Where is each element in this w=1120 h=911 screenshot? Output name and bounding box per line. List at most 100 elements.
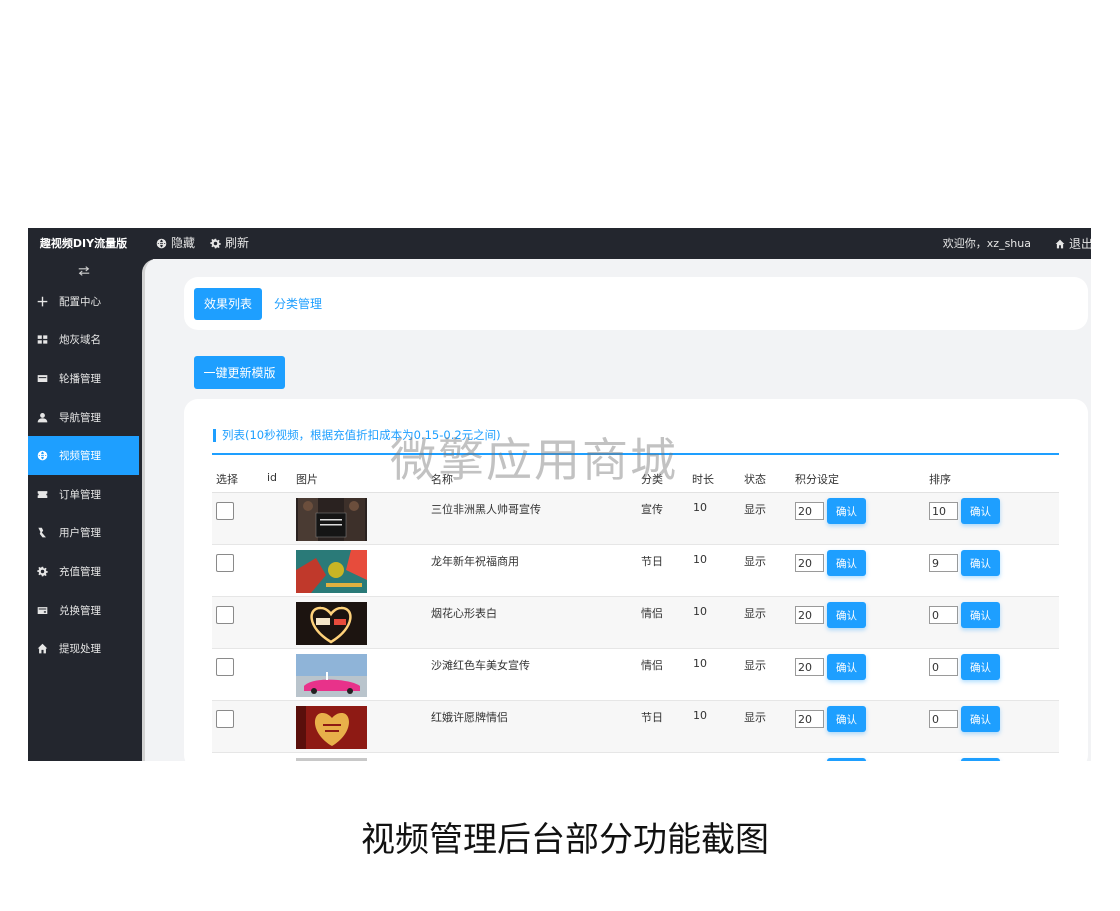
row-category: 节日 [641,555,663,568]
order-confirm-button[interactable]: 确认 [961,706,1000,732]
swap-arrows-icon [78,265,89,276]
main-content: 效果列表 分类管理 一键更新模版 列表(10秒视频，根据充值折扣成本为0.15-… [139,259,1091,761]
row-status: 显示 [744,607,766,620]
gear-icon [210,238,221,249]
home-icon [37,643,48,654]
hide-button[interactable]: 隐藏 [156,228,195,259]
video-thumbnail [296,498,367,541]
home-icon [1055,239,1065,248]
points-input[interactable] [795,606,824,624]
tab-category-manage[interactable]: 分类管理 [274,288,322,320]
row-status: 显示 [744,503,766,516]
top-bar: 趣视频DIY流量版 隐藏 刷新 欢迎你，xz_shua 退出 [28,228,1091,259]
table-row: 龙年新年祝福商用 节日 10 显示 确认 确认 [212,545,1059,597]
sidebar-item-label: 视频管理 [59,450,101,463]
table-row: 烟花心形表白 情侣 10 显示 确认 确认 [212,597,1059,649]
refresh-button[interactable]: 刷新 [210,228,249,259]
sidebar-item-label: 充值管理 [59,565,101,578]
row-duration: 10 [693,501,707,514]
tab-effect-list[interactable]: 效果列表 [194,288,262,320]
table-row: 三位非洲黑人帅哥宣传 宣传 10 显示 确认 确认 [212,493,1059,545]
sidebar-item-domains[interactable]: 炮灰域名 [28,321,139,360]
row-checkbox[interactable] [216,658,234,676]
points-input[interactable] [795,658,824,676]
order-input[interactable] [929,710,958,728]
video-thumbnail [296,706,367,749]
row-checkbox[interactable] [216,710,234,728]
list-title: 列表(10秒视频，根据充值折扣成本为0.15-0.2元之间) [213,429,501,442]
points-confirm-button[interactable]: 确认 [827,602,866,628]
hide-label: 隐藏 [171,236,196,250]
points-input[interactable] [795,502,824,520]
order-input[interactable] [929,554,958,572]
row-status: 显示 [744,555,766,568]
table-row: 沙滩红色车美女宣传 情侣 10 显示 确认 确认 [212,649,1059,701]
sidebar-item-config[interactable]: 配置中心 [28,282,139,321]
order-confirm-button[interactable]: 确认 [961,602,1000,628]
points-input[interactable] [795,710,824,728]
sidebar-item-navigation[interactable]: 导航管理 [28,398,139,437]
sidebar-item-exchange[interactable]: 兑换管理 [28,591,139,630]
users-icon [38,528,46,538]
grid-icon [37,335,48,345]
title-divider [212,453,1059,455]
row-category: 情侣 [641,607,663,620]
points-confirm-button[interactable]: 确认 [827,550,866,576]
row-name: 沙滩红色车美女宣传 [431,659,530,672]
globe-icon [156,238,167,249]
video-thumbnail [296,602,367,645]
refresh-label: 刷新 [225,236,250,250]
sidebar-item-users[interactable]: 用户管理 [28,514,139,553]
row-status: 显示 [744,711,766,724]
screenshot-frame: 趣视频DIY流量版 隐藏 刷新 欢迎你，xz_shua 退出 配置中心 炮灰域名 [28,228,1091,761]
sidebar-item-orders[interactable]: 订单管理 [28,475,139,514]
sidebar-item-label: 兑换管理 [59,604,101,617]
header-select: 选择 [216,473,238,486]
sidebar-toggle[interactable] [28,259,139,282]
order-confirm-button[interactable]: 确认 [961,498,1000,524]
video-thumbnail [296,654,367,697]
sidebar-item-withdraw[interactable]: 提现处理 [28,629,139,668]
row-category: 节日 [641,711,663,724]
tabs-card: 效果列表 分类管理 [184,277,1088,330]
table-row [212,753,1059,761]
welcome-text: 欢迎你，xz_shua [942,237,1031,250]
header-status: 状态 [744,473,766,486]
points-confirm-button[interactable]: 确认 [827,498,866,524]
brand-logo: 趣视频DIY流量版 [39,237,128,250]
row-duration: 10 [693,553,707,566]
header-points: 积分设定 [795,473,839,486]
logout-label: 退出 [1068,237,1091,251]
order-input[interactable] [929,502,958,520]
order-input[interactable] [929,658,958,676]
points-confirm-button[interactable]: 确认 [827,654,866,680]
row-category: 情侣 [641,659,663,672]
wallet-icon [37,606,48,614]
sidebar-item-recharge[interactable]: 充值管理 [28,552,139,591]
sidebar-item-carousel[interactable]: 轮播管理 [28,359,139,398]
video-thumbnail [296,550,367,593]
order-confirm-button[interactable] [961,758,1000,761]
sidebar-item-videos[interactable]: 视频管理 [28,436,139,475]
card-icon [37,375,48,382]
logout-button[interactable]: 退出 [1055,228,1091,259]
points-confirm-button[interactable]: 确认 [827,706,866,732]
row-checkbox[interactable] [216,554,234,572]
order-confirm-button[interactable]: 确认 [961,654,1000,680]
sidebar-item-label: 炮灰域名 [59,334,101,347]
row-duration: 10 [693,657,707,670]
sidebar-menu: 配置中心 炮灰域名 轮播管理 导航管理 视频管理 订单管理 用户管理 充值管理 … [28,282,139,668]
header-image: 图片 [296,473,318,486]
points-input[interactable] [795,554,824,572]
row-duration: 10 [693,709,707,722]
gear-icon [37,566,48,577]
header-order: 排序 [929,473,951,486]
row-checkbox[interactable] [216,502,234,520]
page-caption: 视频管理后台部分功能截图 [361,820,769,860]
update-template-button[interactable]: 一键更新模版 [194,356,285,389]
order-input[interactable] [929,606,958,624]
plus-icon [37,296,48,307]
points-confirm-button[interactable] [827,758,866,761]
row-checkbox[interactable] [216,606,234,624]
order-confirm-button[interactable]: 确认 [961,550,1000,576]
